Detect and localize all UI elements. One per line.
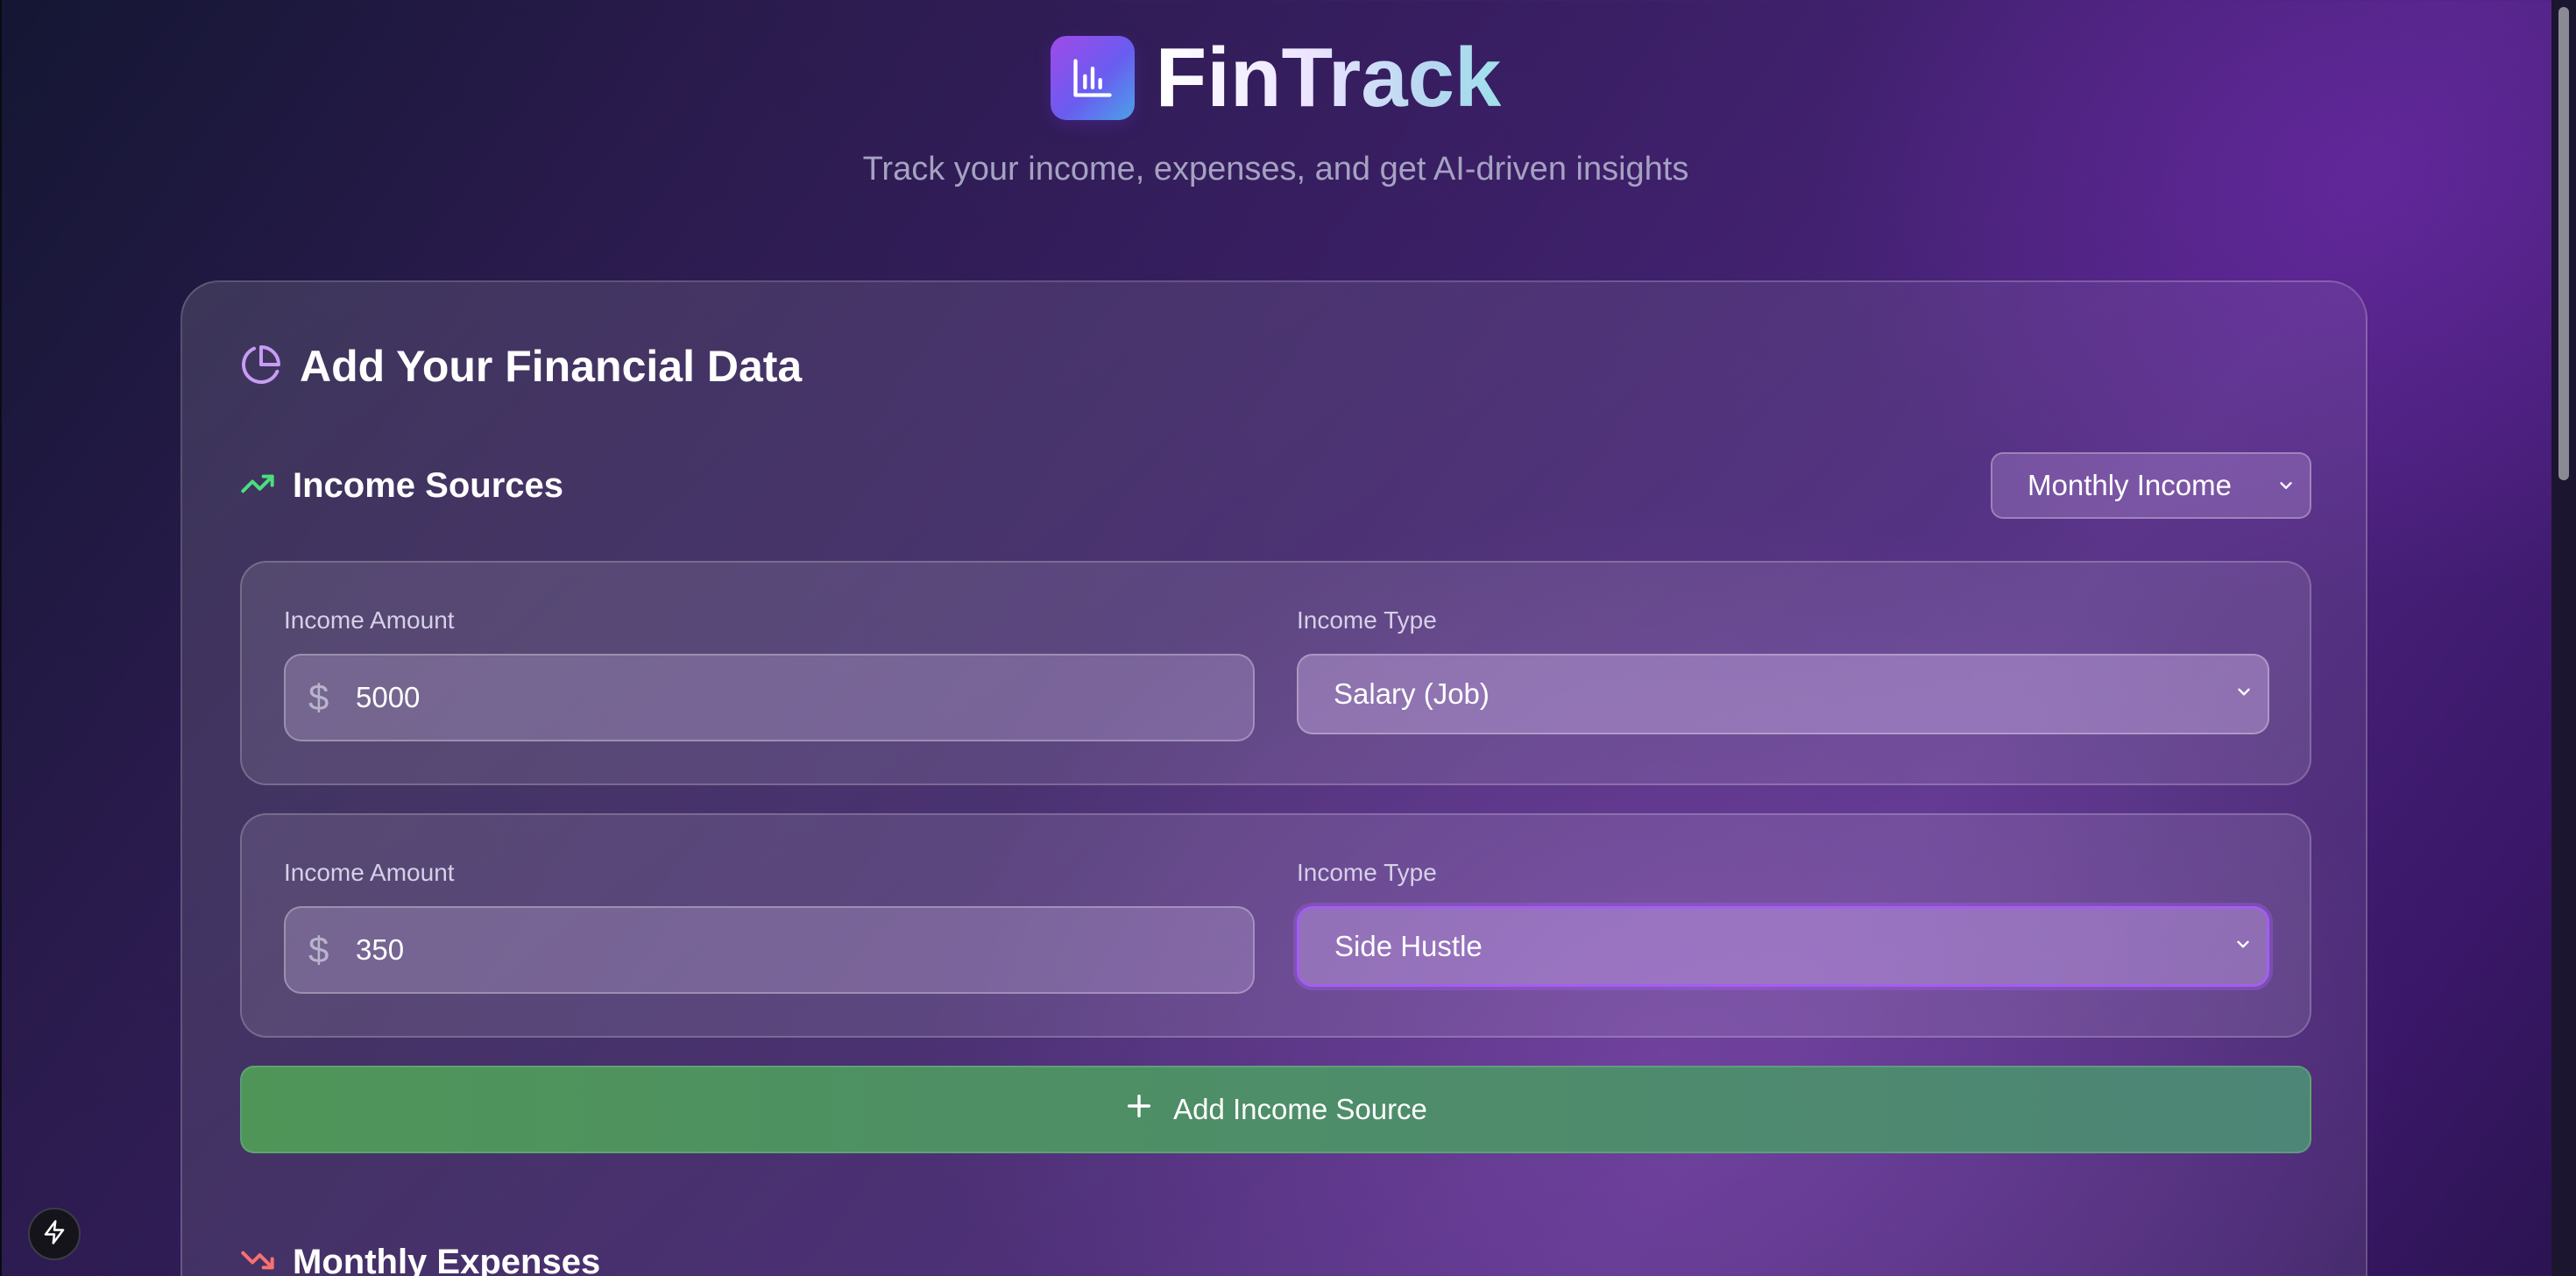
income-type-select[interactable]: Side Hustle — [1297, 906, 2269, 987]
add-income-source-label: Add Income Source — [1173, 1093, 1427, 1125]
income-amount-value: 350 — [356, 933, 405, 966]
plus-icon — [1124, 1091, 1154, 1128]
card-header: Add Your Financial Data — [240, 340, 802, 393]
bar-chart-icon — [1050, 36, 1135, 120]
trending-up-icon — [240, 466, 275, 506]
add-income-source-button[interactable]: Add Income Source — [240, 1066, 2311, 1153]
income-period-value: Monthly Income — [2028, 469, 2232, 501]
bolt-icon — [41, 1219, 67, 1250]
income-amount-value: 5000 — [356, 681, 421, 713]
card-title: Add Your Financial Data — [300, 342, 803, 391]
app-title: FinTrack — [1155, 31, 1502, 124]
chevron-down-icon — [2234, 683, 2254, 706]
income-amount-label: Income Amount — [284, 606, 455, 634]
pie-chart-icon — [240, 344, 282, 390]
expenses-section-title: Monthly Expenses — [293, 1242, 601, 1276]
income-type-value: Salary (Job) — [1334, 677, 1490, 710]
income-type-label: Income Type — [1297, 606, 1437, 634]
trending-down-icon — [240, 1243, 275, 1276]
bolt-button[interactable] — [28, 1208, 81, 1260]
dollar-sign-icon: $ — [308, 677, 329, 718]
income-row: Income Amount $ 350 Income Type Side Hus… — [240, 813, 2311, 1038]
income-type-label: Income Type — [1297, 859, 1437, 886]
income-amount-input[interactable]: $ 350 — [284, 906, 1255, 994]
income-section-title: Income Sources — [293, 465, 564, 505]
income-amount-input[interactable]: $ 5000 — [284, 654, 1255, 741]
scrollbar-thumb[interactable] — [2558, 7, 2569, 480]
income-type-value: Side Hustle — [1334, 930, 1483, 962]
income-period-select[interactable]: Monthly Income — [1991, 452, 2311, 519]
vertical-scrollbar[interactable] — [2551, 0, 2576, 1276]
app-subtitle: Track your income, expenses, and get AI-… — [862, 151, 1689, 188]
expenses-section-header: Monthly Expenses — [240, 1236, 600, 1276]
income-section-header: Income Sources — [240, 459, 563, 512]
brand-header: FinTrack — [0, 33, 2551, 123]
financial-data-card: Add Your Financial Data Income Sources M… — [180, 280, 2367, 1276]
page: FinTrack Track your income, expenses, an… — [0, 0, 2551, 1276]
chevron-down-icon — [2233, 935, 2253, 959]
income-row: Income Amount $ 5000 Income Type Salary … — [240, 561, 2311, 785]
dollar-sign-icon: $ — [308, 929, 329, 970]
chevron-down-icon — [2276, 469, 2296, 502]
income-amount-label: Income Amount — [284, 859, 455, 886]
window-edge — [0, 0, 2, 1276]
income-type-select[interactable]: Salary (Job) — [1297, 654, 2269, 734]
